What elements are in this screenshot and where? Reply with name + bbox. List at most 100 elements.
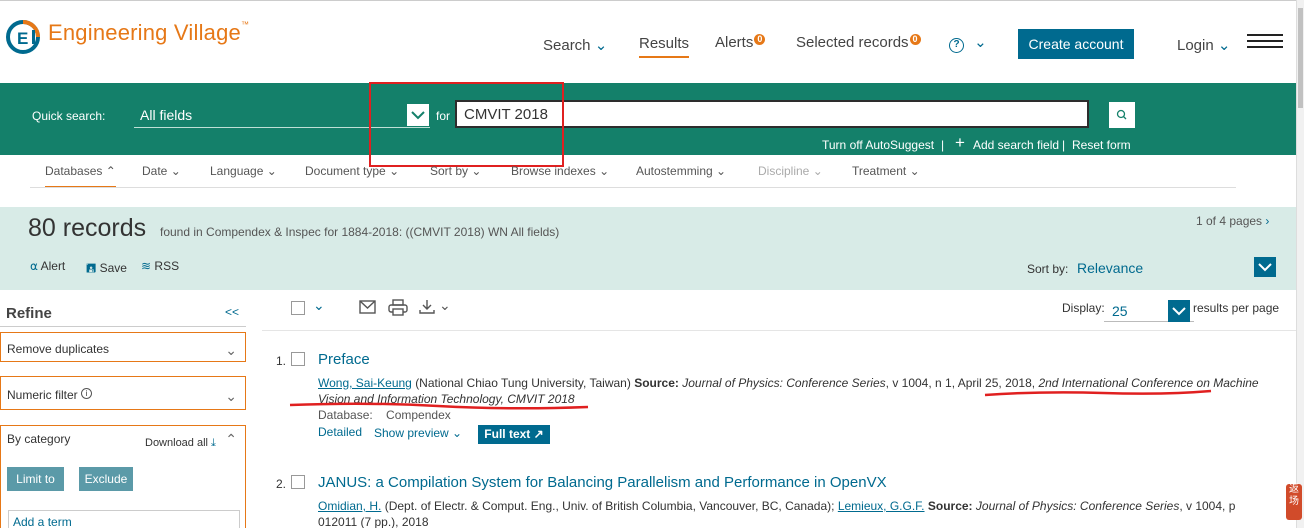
engineering-village-logo-icon[interactable]: E [6,20,42,54]
result-citation-line2: 012011 (7 pp.), 2018 [318,515,429,528]
author-link[interactable]: Lemieux, G.G.F. [838,499,925,513]
print-icon[interactable] [388,299,408,316]
select-menu-chevron-icon[interactable]: ⌄ [313,297,325,314]
filter-databases[interactable]: Databases ⌃ [45,164,116,188]
select-all-checkbox[interactable] [291,301,305,315]
result-title-link[interactable]: Preface [318,351,370,368]
alert-action[interactable]: ⍺ Alert [30,259,65,273]
annotation-highlight-box [369,82,564,167]
chevron-down-icon: ⌄ [452,426,463,440]
collapse-refine-button[interactable]: << [225,305,239,319]
email-icon[interactable] [359,300,376,314]
filter-date[interactable]: Date ⌄ [142,164,181,178]
download-all-link[interactable]: Download all ⤓ [145,437,216,450]
chevron-down-icon: ⌄ [170,164,181,178]
refine-title: Refine [6,305,52,322]
chevron-up-icon: ⌃ [105,164,116,178]
logo-text[interactable]: Engineering Village™ [48,20,249,46]
filter-language[interactable]: Language ⌄ [210,164,277,178]
display-dropdown-icon[interactable] [1168,300,1190,322]
save-action[interactable]: 🖪 Save [86,259,127,280]
filter-autostemming[interactable]: Autostemming ⌄ [636,164,726,178]
result-citation: Omidian, H. (Dept. of Electr. & Comput. … [318,499,1236,513]
refine-divider [0,326,246,327]
download-icon: ⤓ [211,437,216,449]
by-category-label: By category [7,432,71,446]
add-term-input[interactable]: Add a term [8,510,240,528]
filter-sort-by[interactable]: Sort by ⌄ [430,164,481,178]
selected-count-badge: 0 [909,34,921,45]
result-title-link[interactable]: JANUS: a Compilation System for Balancin… [318,474,887,491]
download-menu-chevron-icon[interactable]: ⌄ [439,297,451,314]
show-preview-link[interactable]: Show preview ⌄ [374,426,462,440]
save-icon: 🖪 [86,261,97,275]
plus-icon[interactable]: + [955,133,965,153]
chevron-down-icon: ⌄ [471,164,482,178]
hamburger-menu-icon[interactable] [1247,34,1283,50]
chevron-down-icon: ⌄ [266,164,277,178]
records-count: 80 records [28,214,147,242]
quick-search-label: Quick search: [32,109,106,123]
filter-treatment[interactable]: Treatment ⌄ [852,164,920,178]
remove-duplicates-panel[interactable]: Remove duplicates ⌄ [0,332,246,362]
help-menu[interactable]: ? ⌄ [949,33,987,53]
chevron-down-icon: ⌄ [974,34,987,51]
chevron-down-icon: ⌄ [225,342,237,358]
side-badge[interactable]: 返场 [1286,484,1302,520]
result-checkbox[interactable] [291,352,305,366]
records-found-text: found in Compendex & Inspec for 1884-201… [160,225,560,239]
add-search-field-link[interactable]: Add search field [973,138,1059,152]
chevron-down-icon: ⌄ [225,388,237,404]
nav-search[interactable]: Search ⌄ [543,36,607,54]
create-account-button[interactable]: Create account [1018,29,1134,59]
alerts-count-badge: 0 [754,34,766,45]
sort-select[interactable]: Relevance [1077,260,1143,276]
autosuggest-link[interactable]: Turn off AutoSuggest [822,138,934,152]
help-icon: ? [949,38,964,53]
numeric-filter-panel[interactable]: Numeric filter i ⌄ [0,376,246,410]
annotation-underline [984,389,1212,397]
nav-selected-records[interactable]: Selected records 0 [796,34,921,51]
chevron-down-icon: ⌄ [812,164,823,178]
exclude-button[interactable]: Exclude [79,467,133,491]
annotation-underline [289,402,589,410]
download-icon[interactable] [419,299,435,315]
rss-action[interactable]: ≋ RSS [141,259,179,273]
rss-icon: ≋ [141,259,152,273]
search-button[interactable] [1109,102,1135,128]
page-indicator[interactable]: 1 of 4 pages › [1196,214,1269,228]
svg-text:E: E [17,29,28,48]
chevron-down-icon: ⌄ [594,37,608,54]
chevron-up-icon[interactable]: ⌃ [225,431,237,448]
search-icon [1116,109,1127,120]
full-text-button[interactable]: Full text ↗ [478,425,550,444]
chevron-down-icon: ⌄ [1217,37,1231,54]
result-checkbox[interactable] [291,475,305,489]
chevron-down-icon: ⌄ [599,164,610,178]
info-icon[interactable]: i [81,388,93,399]
filter-discipline[interactable]: Discipline ⌄ [758,164,823,178]
author-link[interactable]: Wong, Sai-Keung [318,376,412,390]
chevron-down-icon: ⌄ [389,164,400,178]
nav-login[interactable]: Login ⌄ [1177,36,1230,54]
records-summary-band [0,207,1296,290]
chevron-right-icon[interactable]: › [1265,214,1269,228]
detailed-link[interactable]: Detailed [318,425,362,439]
author-link[interactable]: Omidian, H. [318,499,381,513]
results-divider [262,330,1296,331]
sort-dropdown-icon[interactable] [1254,257,1276,277]
nav-alerts[interactable]: Alerts 0 [715,34,766,51]
display-label: Display: [1062,301,1105,315]
scrollbar-thumb[interactable] [1298,8,1303,108]
filter-browse-indexes[interactable]: Browse indexes ⌄ [511,164,609,178]
divider: | [1062,138,1066,152]
result-number: 1. [276,354,287,368]
result-number: 2. [276,477,287,491]
limit-to-button[interactable]: Limit to [7,467,64,491]
bell-icon: ⍺ [30,259,38,273]
nav-results[interactable]: Results [639,35,690,58]
filter-document-type[interactable]: Document type ⌄ [305,164,399,178]
sort-label: Sort by: [1027,262,1069,276]
reset-form-link[interactable]: Reset form [1072,138,1131,152]
external-link-icon: ↗ [533,427,544,441]
